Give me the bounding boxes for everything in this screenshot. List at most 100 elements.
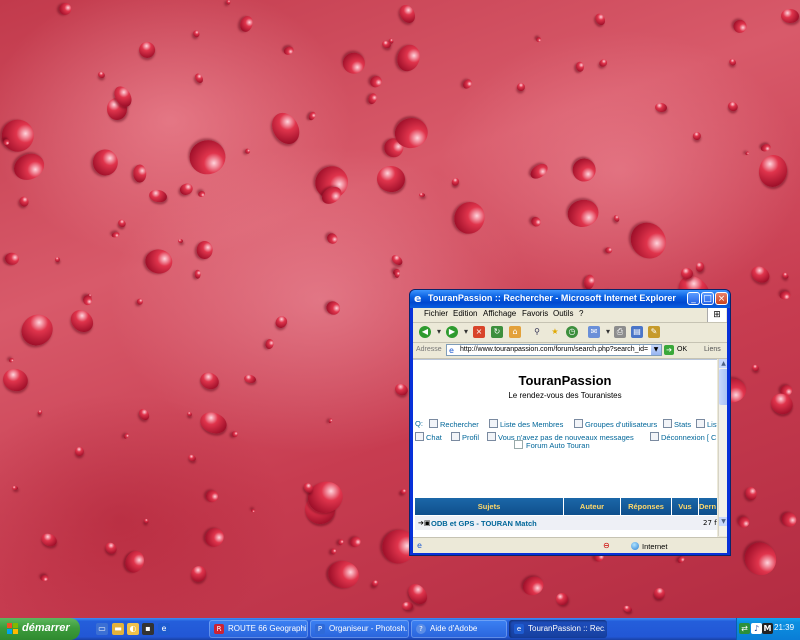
water-drop (238, 14, 255, 33)
header-reponses[interactable]: Réponses (621, 502, 671, 511)
nav-logout-link[interactable]: Déconnexion [ C (650, 432, 716, 442)
vertical-scroll-thumb[interactable] (719, 369, 727, 405)
quicklaunch-browser-icon[interactable]: ◐ (127, 623, 139, 635)
go-arrow-icon[interactable]: ➔ (664, 345, 674, 355)
water-drop (327, 417, 333, 424)
scroll-down-icon[interactable]: ▼ (719, 517, 727, 526)
quicklaunch-folder-icon[interactable]: ▬ (112, 623, 124, 635)
nav-chat-link[interactable]: Chat (415, 432, 442, 442)
task-organiseur[interactable]: P Organiseur - Photosh... (310, 620, 409, 638)
mail-icon[interactable]: ✉ (588, 326, 600, 338)
water-drop (565, 196, 602, 230)
popup-blocked-icon[interactable]: ⊖ (603, 541, 610, 550)
header-vus[interactable]: Vus (672, 502, 698, 511)
forward-icon[interactable]: ▶ (446, 326, 458, 338)
ie-window[interactable]: e TouranPassion :: Rechercher - Microsof… (409, 289, 731, 556)
nav-search-link[interactable]: Rechercher (429, 419, 479, 429)
task-route66[interactable]: R ROUTE 66 Geographi... (209, 620, 308, 638)
forum-checkbox[interactable] (514, 440, 523, 449)
topic-title-link[interactable]: ODB et GPS - TOURAN Match (431, 519, 537, 528)
vertical-scrollbar[interactable]: ▲ ▼ (718, 359, 727, 536)
refresh-icon[interactable]: ↻ (491, 326, 503, 338)
title-bar[interactable]: e TouranPassion :: Rechercher - Microsof… (410, 290, 730, 308)
maximize-button[interactable]: □ (701, 292, 714, 305)
back-dropdown-icon[interactable]: ▾ (433, 326, 445, 338)
forum-filter[interactable]: Forum Auto Touran (514, 440, 590, 450)
links-button[interactable]: Liens (704, 346, 721, 353)
water-drop (778, 508, 800, 530)
home-icon[interactable]: ⌂ (509, 326, 521, 338)
go-button[interactable]: OK (677, 346, 687, 353)
history-icon[interactable]: ◷ (566, 326, 578, 338)
task-aide-adobe[interactable]: ? Aide d'Adobe (411, 620, 507, 638)
water-drop (725, 100, 739, 113)
minimize-button[interactable]: _ (687, 292, 700, 305)
tray-app-icon[interactable]: M (762, 623, 773, 634)
water-drop (397, 2, 419, 26)
water-drop (652, 585, 668, 601)
search-icon[interactable]: ⚲ (531, 326, 543, 338)
task-touranpassion[interactable]: e TouranPassion :: Rec... (509, 620, 607, 638)
menu-edition[interactable]: Edition (453, 309, 477, 318)
volume-icon[interactable]: ♪ (751, 623, 762, 634)
close-button[interactable]: × (715, 292, 728, 305)
edit-icon[interactable]: ▤ (631, 326, 643, 338)
site-subtitle: Le rendez-vous des Touranistes (508, 391, 622, 400)
header-sujets[interactable]: Sujets (415, 502, 563, 511)
scroll-up-icon[interactable]: ▲ (719, 359, 727, 368)
table-row[interactable]: ➔▣ ODB et GPS - TOURAN Match 27 ft (415, 516, 717, 530)
water-drop (324, 230, 340, 246)
page-content: TouranPassion Le rendez-vous des Tourani… (413, 359, 717, 537)
address-url: http://www.touranpassion.com/forum/searc… (460, 346, 649, 353)
address-label: Adresse (416, 346, 442, 353)
water-drop (331, 547, 338, 555)
water-drop (529, 215, 543, 229)
clock: 21:39 (774, 623, 795, 632)
header-auteur[interactable]: Auteur (564, 502, 620, 511)
water-drop (556, 593, 569, 606)
ie-logo-icon: e (414, 292, 422, 305)
water-drop (767, 390, 796, 418)
water-drop (231, 430, 239, 438)
address-input[interactable]: e http://www.touranpassion.com/forum/sea… (446, 344, 662, 356)
menu-outils[interactable]: Outils (553, 309, 573, 318)
water-drop (111, 230, 121, 238)
water-drop (11, 485, 18, 491)
water-drop (142, 517, 149, 524)
network-icon[interactable]: ⇄ (739, 623, 750, 634)
mail-dropdown-icon[interactable]: ▾ (602, 326, 614, 338)
nav-profile-link[interactable]: Profil (451, 432, 479, 442)
header-dernier[interactable]: Dern (699, 502, 717, 511)
address-dropdown-icon[interactable]: ▼ (651, 345, 661, 355)
water-drop (147, 188, 168, 204)
nav-groups-link[interactable]: Groupes d'utilisateurs (574, 419, 657, 429)
print-icon[interactable]: ⎙ (614, 326, 626, 338)
water-drop (245, 148, 251, 155)
start-button[interactable]: démarrer (0, 618, 80, 640)
forward-dropdown-icon[interactable]: ▾ (460, 326, 472, 338)
nav-faq-fragment[interactable]: Q: (415, 419, 423, 428)
profile-icon (451, 432, 460, 441)
menu-fichier[interactable]: Fichier (424, 309, 448, 318)
back-icon[interactable]: ◀ (419, 326, 431, 338)
menu-favoris[interactable]: Favoris (522, 309, 548, 318)
water-drop (186, 453, 197, 463)
water-drop (598, 57, 609, 68)
water-drop (192, 29, 201, 39)
quicklaunch-ie-icon[interactable]: e (158, 623, 170, 635)
windows-logo-icon: ⊞ (707, 308, 726, 322)
quicklaunch-desktop-icon[interactable]: ▭ (96, 623, 108, 635)
menu-help[interactable]: ? (579, 309, 583, 318)
water-drop (122, 547, 148, 575)
nav-members-link[interactable]: Liste des Membres (489, 419, 563, 429)
menu-affichage[interactable]: Affichage (483, 309, 516, 318)
nav-stats-link[interactable]: Stats (663, 419, 691, 429)
discuss-icon[interactable]: ✎ (648, 326, 660, 338)
stop-icon[interactable]: × (473, 326, 485, 338)
water-drop (0, 366, 31, 395)
favorites-icon[interactable]: ★ (549, 326, 561, 338)
ie-task-icon: e (514, 624, 524, 634)
quicklaunch-app-icon[interactable]: ▪ (142, 623, 154, 635)
water-drop (593, 12, 608, 28)
nav-list-link[interactable]: List (696, 419, 717, 429)
